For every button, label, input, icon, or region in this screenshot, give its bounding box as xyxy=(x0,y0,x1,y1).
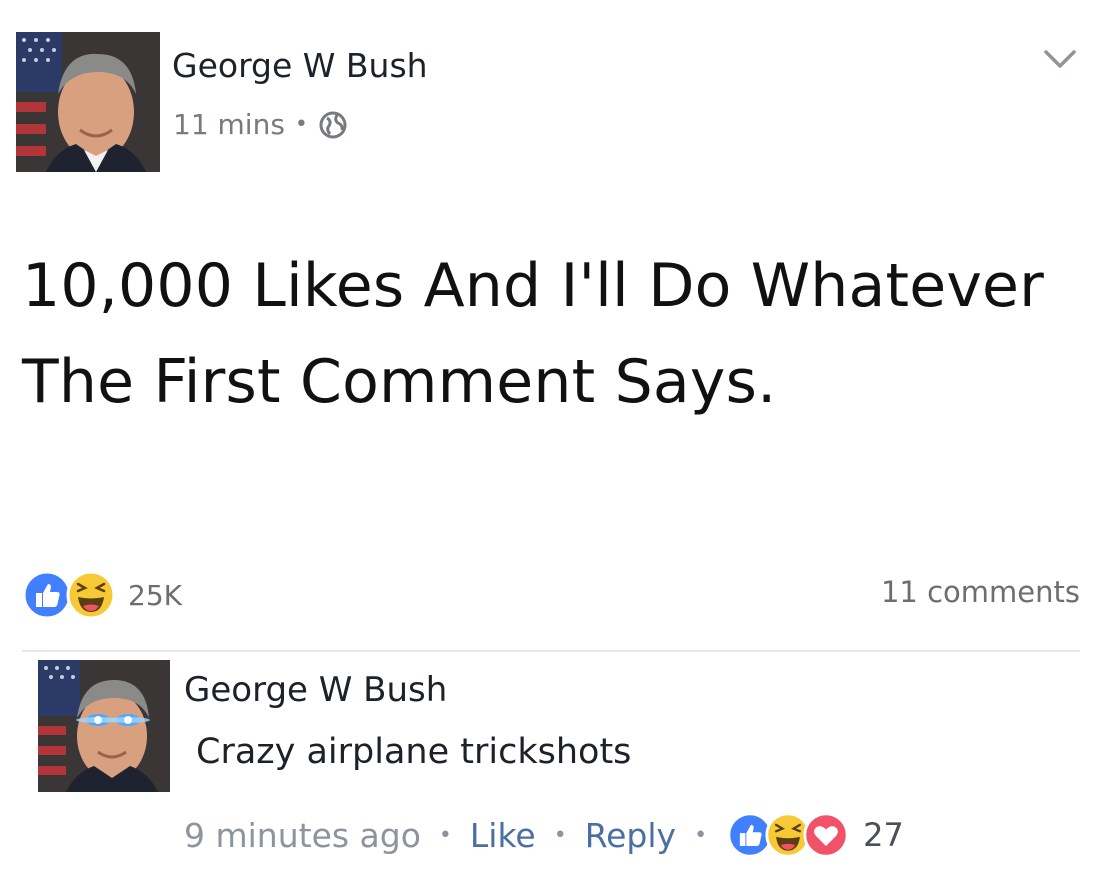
action-separator: • xyxy=(694,822,708,848)
comment-reaction-count: 27 xyxy=(863,816,904,854)
commenter-avatar[interactable] xyxy=(38,660,170,792)
like-icon xyxy=(22,570,72,620)
comment-timestamp[interactable]: 9 minutes ago xyxy=(184,816,421,855)
post-author-name[interactable]: George W Bush xyxy=(172,46,428,85)
globe-icon xyxy=(319,111,347,138)
chevron-down-icon[interactable] xyxy=(1042,46,1078,72)
haha-icon xyxy=(66,570,116,620)
avatar-photo xyxy=(38,660,170,792)
avatar-photo xyxy=(16,32,160,172)
comment-actions: 9 minutes ago • Like • Reply • 27 xyxy=(184,808,904,862)
post-timestamp[interactable]: 11 mins xyxy=(173,108,285,141)
post-meta: 11 mins • xyxy=(173,108,348,141)
meta-separator: • xyxy=(294,112,308,137)
author-avatar[interactable] xyxy=(16,32,160,172)
comments-count-link[interactable]: 11 comments xyxy=(881,575,1080,609)
divider xyxy=(22,650,1080,652)
comment-text: Crazy airplane trickshots xyxy=(196,732,632,772)
reaction-count: 25K xyxy=(128,578,182,612)
love-icon xyxy=(803,812,849,858)
action-separator: • xyxy=(438,822,452,848)
post-text: 10,000 Likes And I'll Do Whatever The Fi… xyxy=(22,251,1045,417)
comment-author-name[interactable]: George W Bush xyxy=(184,670,631,710)
action-separator: • xyxy=(553,822,567,848)
reactions-summary[interactable]: 25K xyxy=(22,570,182,620)
comment-like-button[interactable]: Like xyxy=(470,816,536,855)
facebook-post: George W Bush 11 mins • 10,000 Likes And… xyxy=(0,0,1108,883)
comment-reply-button[interactable]: Reply xyxy=(585,816,676,855)
comment-bubble: George W Bush Crazy airplane trickshots xyxy=(184,662,631,772)
comment-reactions[interactable]: 27 xyxy=(727,812,904,858)
